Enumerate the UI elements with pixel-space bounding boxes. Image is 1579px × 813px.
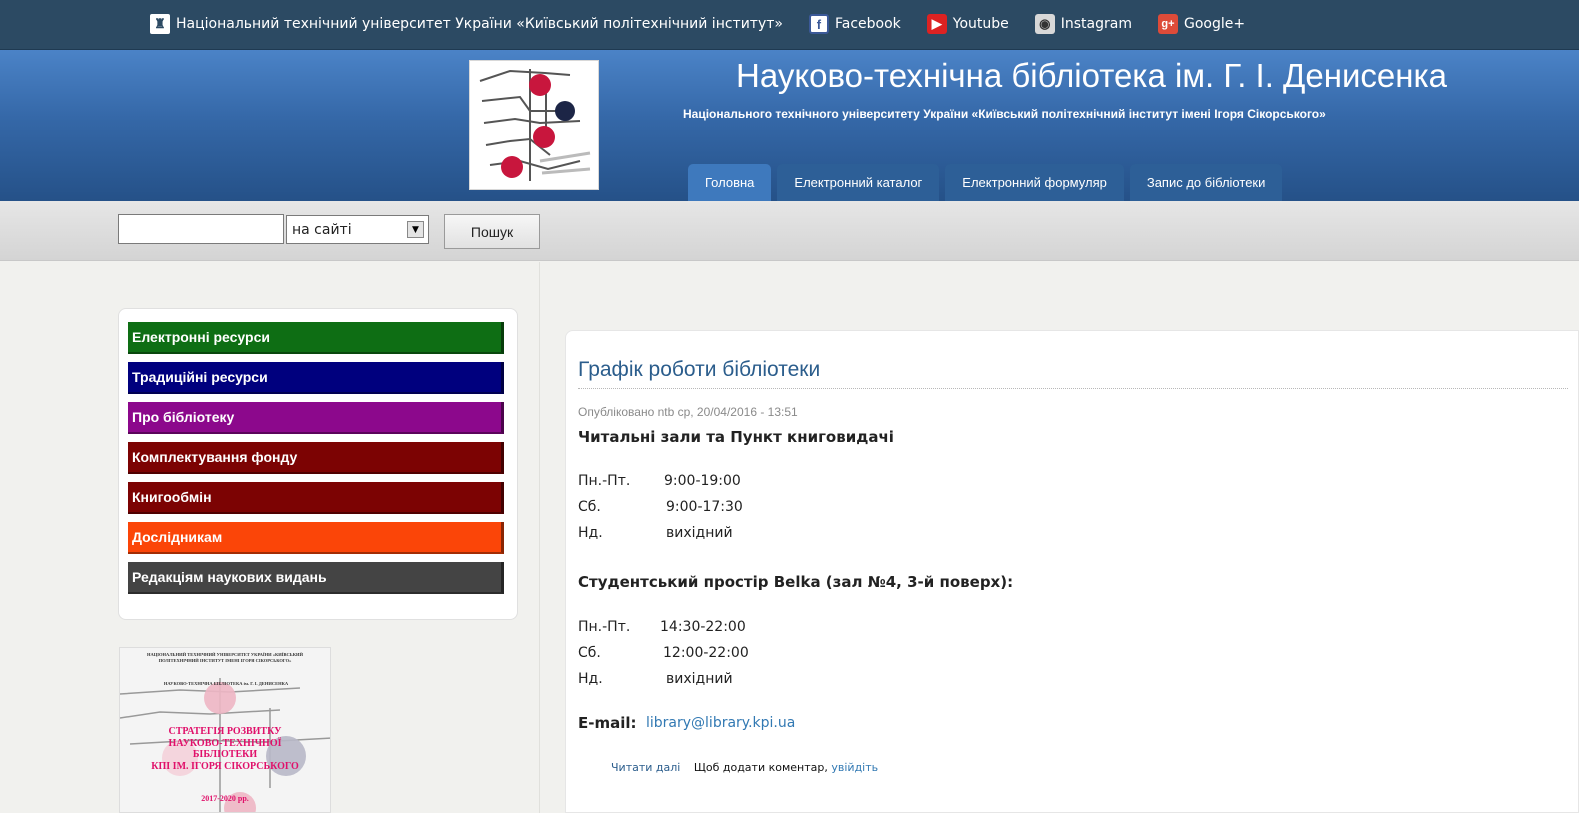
youtube-icon: ▶ xyxy=(926,14,947,34)
search-scope-value: на сайті xyxy=(292,221,352,238)
schedule-time: 9:00-17:30 xyxy=(666,499,743,515)
cover-years: 2017-2020 рр. xyxy=(201,794,249,803)
top-bar: ♜ Національний технічний університет Укр… xyxy=(0,0,1579,50)
email-link[interactable]: library@library.kpi.ua xyxy=(646,715,795,731)
sidebar-item-electronic-resources[interactable]: Електронні ресурси xyxy=(128,322,504,354)
kpi-icon: ♜ xyxy=(150,14,170,34)
googleplus-link-label: Google+ xyxy=(1184,16,1246,32)
facebook-link[interactable]: f Facebook xyxy=(808,14,901,34)
search-scope-select[interactable]: на сайті ▼ xyxy=(286,215,429,244)
top-bar-links: ♜ Національний технічний університет Укр… xyxy=(150,12,1271,36)
main-nav-tabs: Головна Електронний каталог Електронний … xyxy=(688,164,1288,201)
sidebar-item-traditional-resources[interactable]: Традиційні ресурси xyxy=(128,362,504,394)
login-link[interactable]: увійдіть xyxy=(831,761,878,774)
sidebar-menu: Електронні ресурси Традиційні ресурси Пр… xyxy=(118,308,518,620)
site-slogan: Національного технічного університету Ук… xyxy=(683,107,1326,121)
article-links: Читати далі Щоб додати коментар, увійдіт… xyxy=(611,761,878,774)
instagram-link-label: Instagram xyxy=(1060,16,1132,32)
schedule-day: Пн.-Пт. xyxy=(578,619,631,635)
left-sidebar: Електронні ресурси Традиційні ресурси Пр… xyxy=(0,262,540,813)
cover-title: СТРАТЕГІЯ РОЗВИТКУ НАУКОВО-ТЕХНІЧНОЇ БІБ… xyxy=(140,726,310,772)
schedule-day: Сб. xyxy=(578,645,601,661)
article-title[interactable]: Графік роботи бібліотеки xyxy=(578,358,820,382)
schedule-time: 9:00-19:00 xyxy=(664,473,741,489)
title-divider xyxy=(578,388,1568,389)
schedule-day: Нд. xyxy=(578,671,603,687)
schedule-time: 12:00-22:00 xyxy=(663,645,749,661)
facebook-icon: f xyxy=(808,14,829,34)
section-reading-rooms-heading: Читальні зали та Пункт книговидачі xyxy=(578,428,894,446)
university-link-label: Національний технічний університет Украї… xyxy=(176,16,783,32)
sidebar-item-about-library[interactable]: Про бібліотеку xyxy=(128,402,504,434)
tab-electronic-form[interactable]: Електронний формуляр xyxy=(945,164,1124,201)
strategy-book-cover[interactable]: НАЦІОНАЛЬНИЙ ТЕХНІЧНИЙ УНІВЕРСИТЕТ УКРАЇ… xyxy=(119,647,331,813)
cover-title-line: СТРАТЕГІЯ РОЗВИТКУ xyxy=(168,726,282,737)
cover-title-line: НАУКОВО-ТЕХНІЧНОЇ xyxy=(168,737,282,749)
cover-university: НАЦІОНАЛЬНИЙ ТЕХНІЧНИЙ УНІВЕРСИТЕТ УКРАЇ… xyxy=(147,652,303,663)
cover-title-line: КПІ ІМ. ІГОРЯ СІКОРСЬКОГО xyxy=(151,760,299,772)
main-content: Графік роботи бібліотеки Опубліковано nt… xyxy=(565,330,1579,813)
tab-electronic-catalog[interactable]: Електронний каталог xyxy=(777,164,940,201)
cover-title-line: БІБЛІОТЕКИ xyxy=(192,749,258,760)
tab-home[interactable]: Головна xyxy=(688,164,772,201)
section-belka-heading: Студентський простір Belka (зал №4, 3-й … xyxy=(578,573,1014,591)
sidebar-item-fund-acquisition[interactable]: Комплектування фонду xyxy=(128,442,504,474)
schedule-time: 14:30-22:00 xyxy=(660,619,746,635)
search-input[interactable] xyxy=(118,214,284,244)
schedule-time: вихідний xyxy=(666,671,733,687)
googleplus-icon: g+ xyxy=(1158,14,1178,34)
sidebar-item-book-exchange[interactable]: Книгообмін xyxy=(128,482,504,514)
youtube-link-label: Youtube xyxy=(952,16,1009,32)
instagram-link[interactable]: ◉ Instagram xyxy=(1034,14,1132,34)
library-logo-image xyxy=(479,69,591,181)
sidebar-item-researchers[interactable]: Дослідникам xyxy=(128,522,504,554)
university-link[interactable]: ♜ Національний технічний університет Укр… xyxy=(150,14,783,34)
cover-library-name: НАУКОВО-ТЕХНІЧНА БІБЛІОТЕКА ім. Г. І. ДЕ… xyxy=(163,681,289,686)
facebook-link-label: Facebook xyxy=(834,16,901,32)
youtube-link[interactable]: ▶ Youtube xyxy=(926,14,1009,34)
schedule-day: Пн.-Пт. xyxy=(578,473,631,489)
schedule-day: Нд. xyxy=(578,525,603,541)
read-more-link[interactable]: Читати далі xyxy=(611,761,680,774)
site-header: Науково-технічна бібліотека ім. Г. І. Де… xyxy=(0,50,1579,201)
googleplus-link[interactable]: g+ Google+ xyxy=(1158,14,1245,34)
schedule-time: вихідний xyxy=(666,525,733,541)
search-button[interactable]: Пошук xyxy=(444,214,540,249)
schedule-day: Сб. xyxy=(578,499,601,515)
article-submitted: Опубліковано ntb ср, 20/04/2016 - 13:51 xyxy=(578,405,798,419)
comment-prompt: Щоб додати коментар, xyxy=(693,761,828,774)
sidebar-item-journal-editors[interactable]: Редакціям наукових видань xyxy=(128,562,504,594)
library-logo[interactable] xyxy=(469,60,599,190)
site-name[interactable]: Науково-технічна бібліотека ім. Г. І. Де… xyxy=(736,57,1447,95)
instagram-icon: ◉ xyxy=(1034,14,1055,34)
tab-library-registration[interactable]: Запис до бібліотеки xyxy=(1129,164,1283,201)
search-bar: на сайті ▼ Пошук xyxy=(0,201,1579,261)
chevron-down-icon[interactable]: ▼ xyxy=(407,221,424,238)
email-label: E-mail: xyxy=(578,714,637,732)
